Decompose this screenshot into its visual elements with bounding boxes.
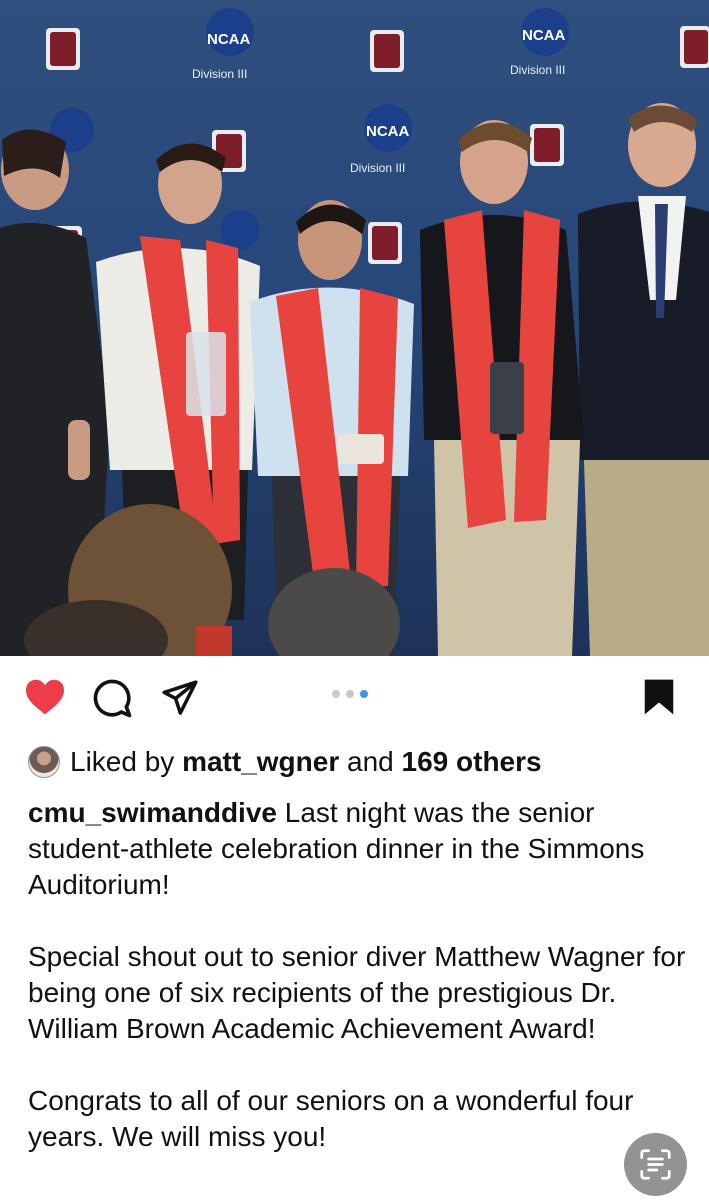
likes-middle: and	[339, 746, 402, 777]
liker-avatar[interactable]	[28, 746, 60, 778]
division-text-2: Division III	[510, 63, 565, 77]
caption-paragraph-3: Congrats to all of our seniors on a wond…	[28, 1085, 634, 1152]
post-actions-bar	[0, 656, 709, 740]
ncaa-logo-text-1: NCAA	[207, 31, 250, 48]
carousel-dot-active[interactable]	[360, 690, 368, 698]
caption-paragraph-1: cmu_swimanddive Last night was the senio…	[28, 795, 688, 903]
bookmark-icon[interactable]	[642, 678, 676, 716]
liker-username[interactable]: matt_wgner	[182, 746, 339, 778]
ncaa-logo-text-2: NCAA	[522, 27, 565, 44]
ncaa-logo-text-3: NCAA	[366, 123, 409, 140]
post-photo[interactable]: NCAA NCAA NCAA Division III Division III…	[0, 0, 709, 656]
carousel-indicator	[332, 690, 368, 700]
carousel-dot[interactable]	[332, 690, 340, 698]
caption-paragraph-2: Special shout out to senior diver Matthe…	[28, 941, 686, 1044]
caption-username[interactable]: cmu_swimanddive	[28, 797, 277, 828]
carousel-dot[interactable]	[346, 690, 354, 698]
post-caption: cmu_swimanddive Last night was the senio…	[28, 795, 688, 1191]
division-text-1: Division III	[192, 67, 247, 81]
comment-icon[interactable]	[92, 678, 132, 718]
likes-others-count[interactable]: 169 others	[402, 746, 542, 778]
text-scan-icon	[640, 1149, 671, 1180]
share-icon[interactable]	[160, 679, 200, 717]
heart-icon[interactable]	[24, 678, 66, 716]
division-text-3: Division III	[350, 161, 405, 175]
likes-prefix: Liked by	[70, 746, 183, 777]
event-photo-illustration: NCAA NCAA NCAA Division III Division III…	[0, 8, 709, 656]
likes-row[interactable]: Liked by matt_wgner and 169 others	[28, 740, 688, 784]
text-scan-button[interactable]	[624, 1133, 687, 1196]
